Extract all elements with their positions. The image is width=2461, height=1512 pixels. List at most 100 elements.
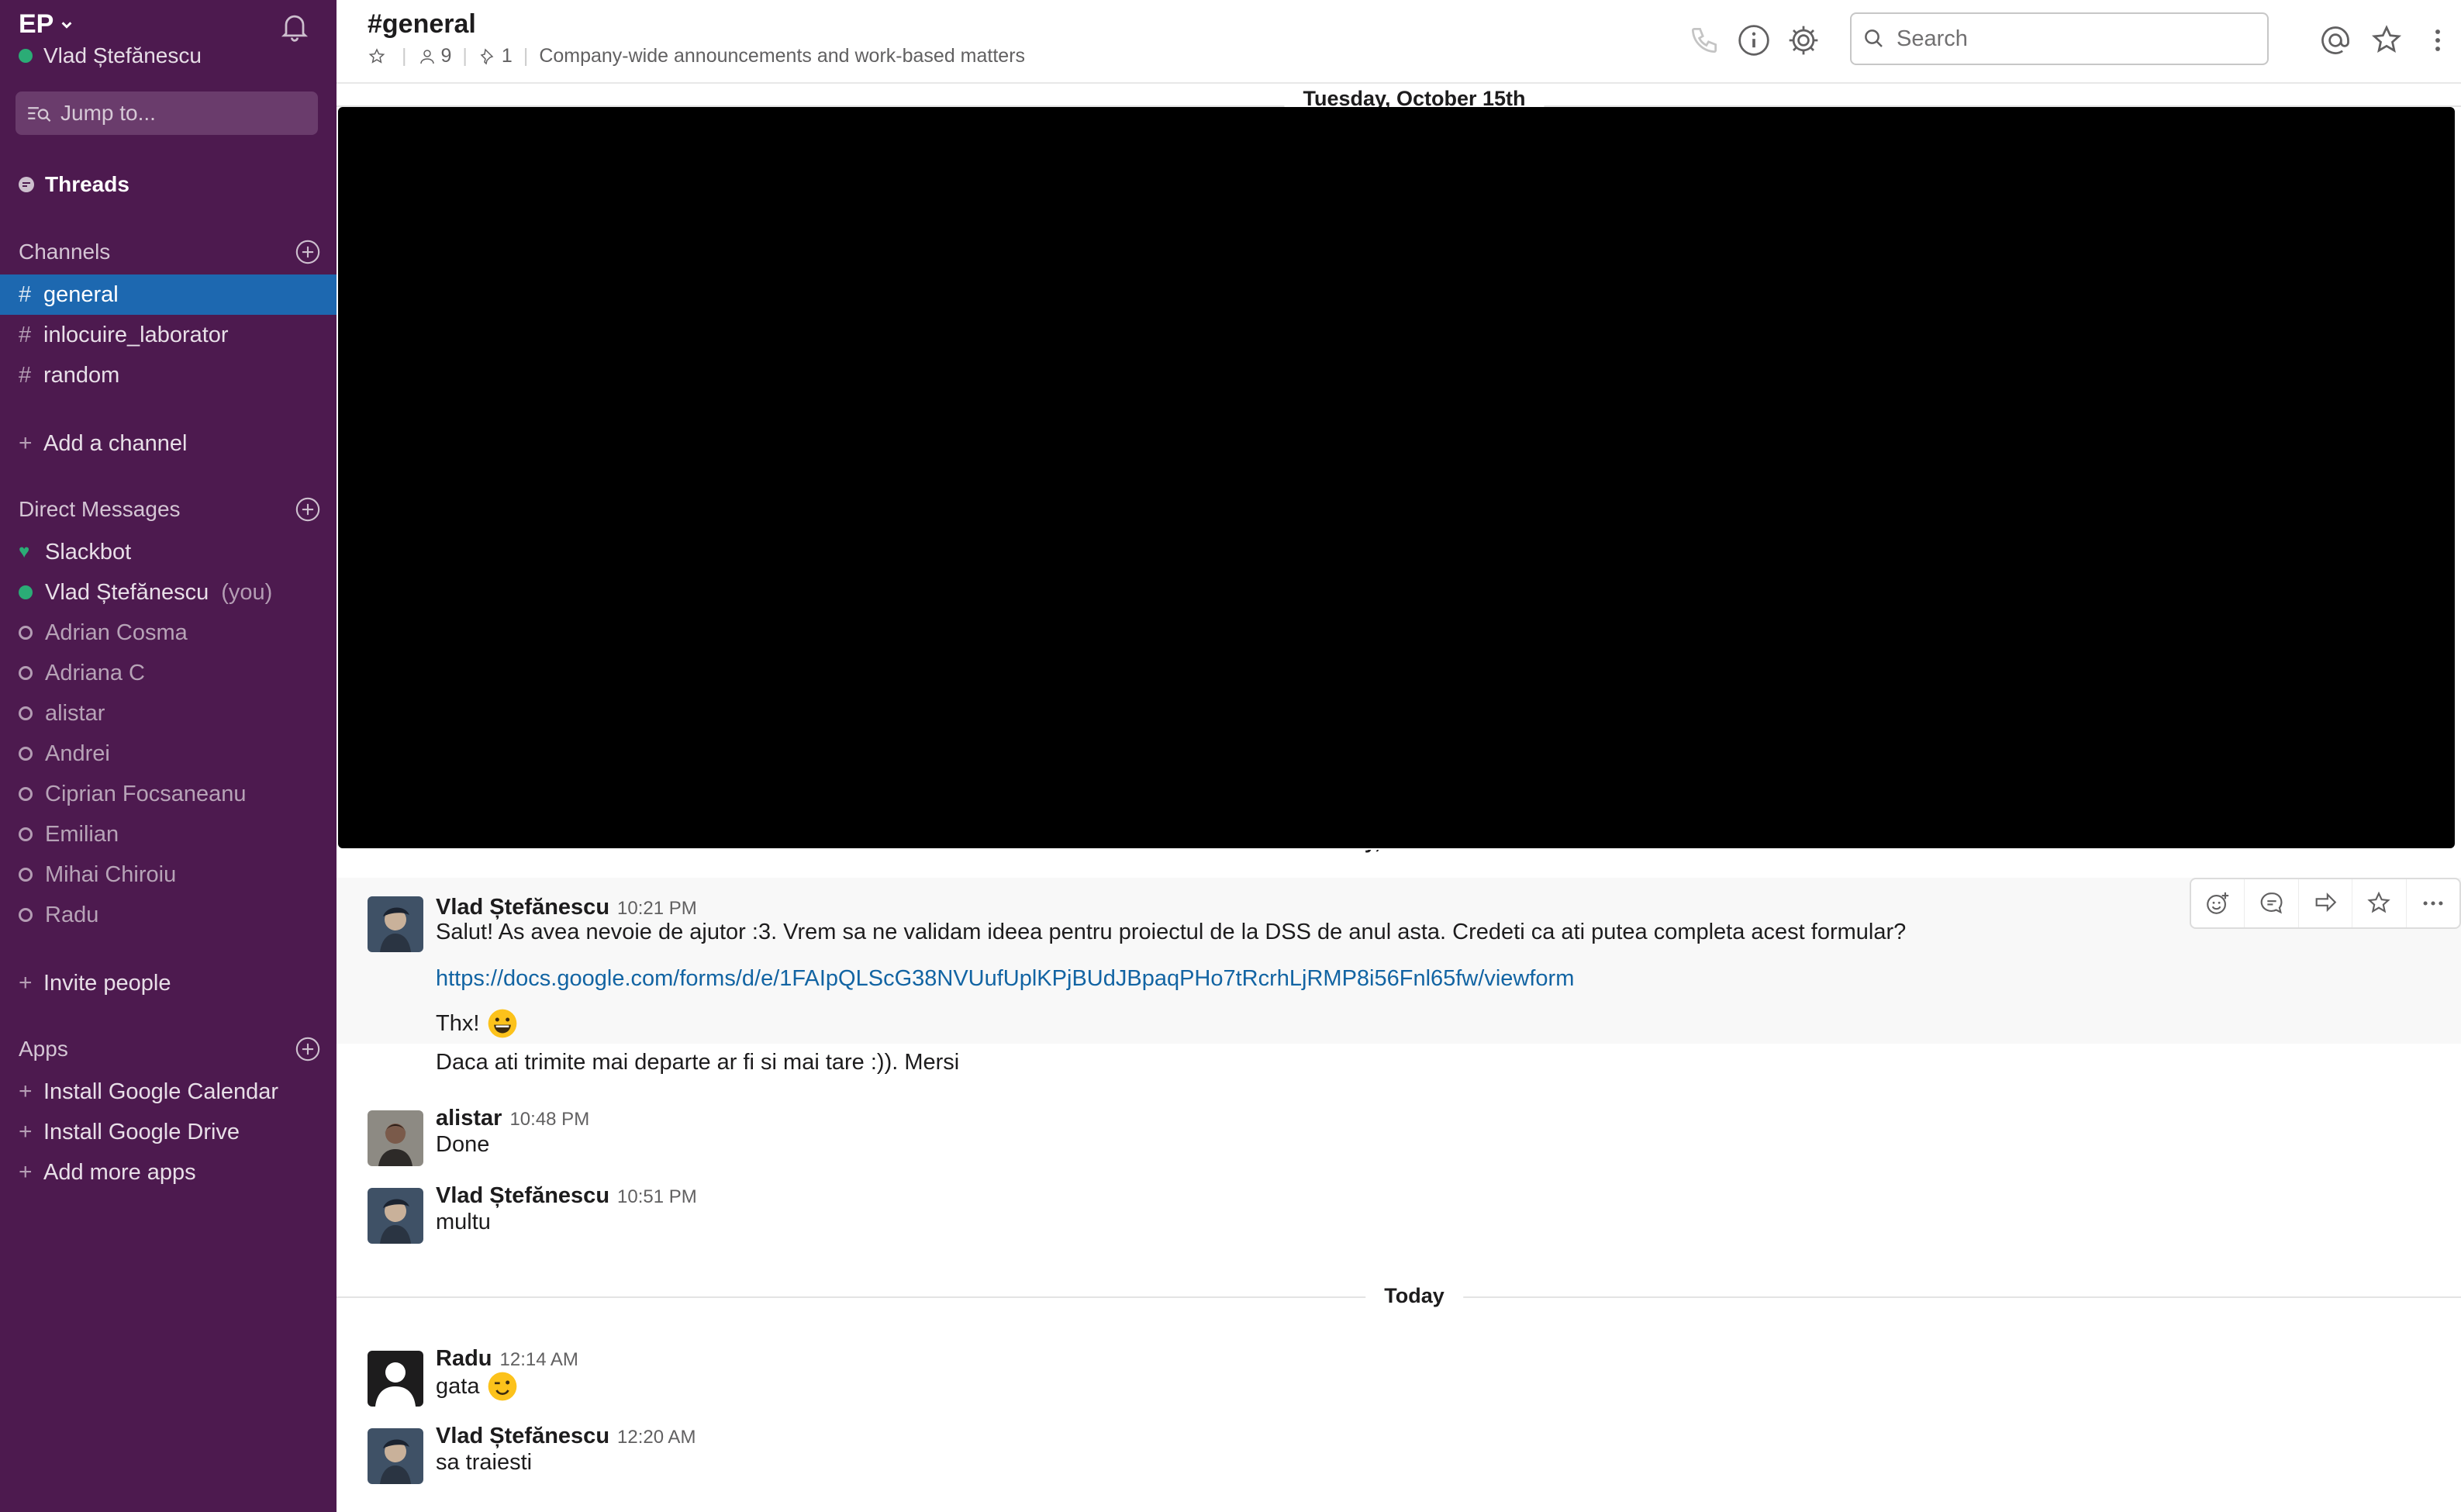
channels-heading[interactable]: Channels [19, 239, 321, 265]
call-icon[interactable] [1687, 23, 1721, 57]
plus-icon: + [19, 1079, 33, 1104]
message-timestamp[interactable]: 10:21 PM [617, 898, 697, 920]
dm-label: Slackbot [45, 539, 132, 564]
current-user[interactable]: Vlad Ștefănescu [19, 43, 202, 68]
dm-heading-label: Direct Messages [19, 497, 181, 521]
avatar[interactable] [368, 1110, 423, 1166]
channel-label: inlocuire_laborator [43, 322, 229, 347]
app-label: Add more apps [43, 1159, 196, 1185]
bell-icon[interactable] [278, 9, 312, 43]
message-text: Salut! As avea nevoie de ajutor :3. Vrem… [436, 920, 1907, 944]
more-icon[interactable] [2430, 23, 2445, 57]
sidebar-item-ciprian-focsaneanu[interactable]: Ciprian Focsaneanu [0, 774, 337, 814]
message-header: Vlad Ștefănescu 10:51 PM [436, 1183, 697, 1209]
plus-icon: + [19, 430, 33, 456]
info-icon[interactable] [1737, 23, 1771, 57]
sidebar-item-self[interactable]: Vlad Ștefănescu (you) [0, 572, 337, 613]
channel-topic[interactable]: Company-wide announcements and work-base… [539, 45, 1025, 67]
message-link[interactable]: https://docs.google.com/forms/d/e/1FAIpQ… [436, 966, 1574, 992]
message-text: Done [436, 1132, 490, 1157]
threads-icon [19, 177, 34, 192]
share-message-button[interactable] [2299, 879, 2353, 927]
apps-heading[interactable]: Apps [19, 1036, 321, 1062]
message-text: Daca ati trimite mai departe ar fi si ma… [436, 1050, 960, 1075]
sidebar-item-adriana-c[interactable]: Adriana C [0, 653, 337, 693]
sidebar-item-slackbot[interactable]: ♥ Slackbot [0, 532, 337, 572]
star-icon [2367, 891, 2391, 913]
add-channel-button[interactable]: + Add a channel [0, 423, 337, 464]
invite-people-button[interactable]: + Invite people [0, 963, 337, 1003]
start-thread-button[interactable] [2245, 879, 2299, 927]
search-input[interactable]: Search [1850, 12, 2269, 65]
message-author[interactable]: Vlad Ștefănescu [436, 1183, 609, 1209]
online-status-icon [19, 49, 33, 63]
install-google-calendar[interactable]: + Install Google Calendar [0, 1072, 337, 1112]
add-more-apps[interactable]: + Add more apps [0, 1152, 337, 1193]
workspace-switcher[interactable]: EP [19, 9, 74, 40]
sidebar-item-andrei[interactable]: Andrei [0, 734, 337, 774]
message-timestamp[interactable]: 10:51 PM [617, 1186, 697, 1208]
search-placeholder: Search [1897, 26, 1968, 51]
starred-items-icon[interactable] [2370, 23, 2404, 57]
message-list[interactable]: Tuesday, October 15th Friday, October 18… [337, 84, 2461, 1512]
channel-title[interactable]: #general [368, 9, 476, 40]
away-status-icon [19, 666, 33, 680]
jump-to-button[interactable]: Jump to... [16, 91, 318, 135]
message-actions-toolbar [2190, 878, 2461, 929]
sidebar-item-random[interactable]: # random [0, 355, 337, 395]
apps-heading-label: Apps [19, 1037, 68, 1061]
message-author[interactable]: alistar [436, 1106, 502, 1131]
message-author[interactable]: Radu [436, 1346, 492, 1372]
plus-icon: + [19, 1119, 33, 1144]
add-reaction-icon [2207, 892, 2229, 914]
chevron-down-icon [61, 21, 72, 29]
message-author[interactable]: Vlad Ștefănescu [436, 895, 609, 920]
star-icon[interactable] [368, 47, 386, 66]
dm-label: Radu [45, 902, 99, 927]
add-reaction-button[interactable] [2191, 879, 2245, 927]
dm-heading[interactable]: Direct Messages [19, 496, 321, 523]
channel-meta: | 9 | 1 | Company-wide announcements and… [368, 45, 1025, 67]
pin-count[interactable]: 1 [502, 45, 513, 67]
message-header: alistar 10:48 PM [436, 1106, 589, 1131]
install-google-drive[interactable]: + Install Google Drive [0, 1112, 337, 1152]
dm-label: Adriana C [45, 660, 145, 685]
sidebar-item-mihai-chiroiu[interactable]: Mihai Chiroiu [0, 854, 337, 895]
channel-header: #general | 9 | 1 | Company-wide announce… [337, 0, 2461, 84]
sidebar-item-general[interactable]: # general [0, 274, 337, 315]
member-count[interactable]: 9 [441, 45, 452, 67]
message-timestamp[interactable]: 10:48 PM [509, 1109, 589, 1131]
message-timestamp[interactable]: 12:20 AM [617, 1427, 696, 1448]
winking-emoji-icon [488, 1372, 517, 1401]
dm-label: Emilian [45, 821, 119, 847]
sidebar-item-inlocuire-laborator[interactable]: # inlocuire_laborator [0, 315, 337, 355]
sidebar-item-alistar[interactable]: alistar [0, 693, 337, 734]
dm-label: Ciprian Focsaneanu [45, 781, 247, 806]
avatar[interactable] [368, 1351, 423, 1407]
star-message-button[interactable] [2352, 879, 2407, 927]
sidebar-item-emilian[interactable]: Emilian [0, 814, 337, 854]
members-icon[interactable] [418, 47, 437, 66]
message-timestamp[interactable]: 12:14 AM [500, 1349, 578, 1371]
message-author[interactable]: Vlad Ștefănescu [436, 1424, 609, 1449]
more-actions-button[interactable] [2407, 879, 2459, 927]
mentions-icon[interactable] [2318, 23, 2352, 57]
sidebar-item-radu[interactable]: Radu [0, 895, 337, 935]
avatar[interactable] [368, 1428, 423, 1484]
day-divider-label: Today [1365, 1284, 1463, 1308]
message-text: multu [436, 1210, 491, 1234]
away-status-icon [19, 706, 33, 720]
add-app-icon[interactable] [295, 1036, 321, 1062]
sidebar-item-threads[interactable]: Threads [17, 172, 129, 197]
add-dm-icon[interactable] [295, 496, 321, 523]
online-status-icon [19, 585, 33, 599]
avatar[interactable] [368, 896, 423, 952]
pin-icon[interactable] [478, 47, 497, 66]
threads-label: Threads [45, 172, 129, 196]
dm-label: Adrian Cosma [45, 620, 188, 645]
add-channel-icon[interactable] [295, 239, 321, 265]
grinning-emoji-icon [488, 1009, 517, 1038]
gear-icon[interactable] [1786, 23, 1821, 57]
avatar[interactable] [368, 1188, 423, 1244]
sidebar-item-adrian-cosma[interactable]: Adrian Cosma [0, 613, 337, 653]
